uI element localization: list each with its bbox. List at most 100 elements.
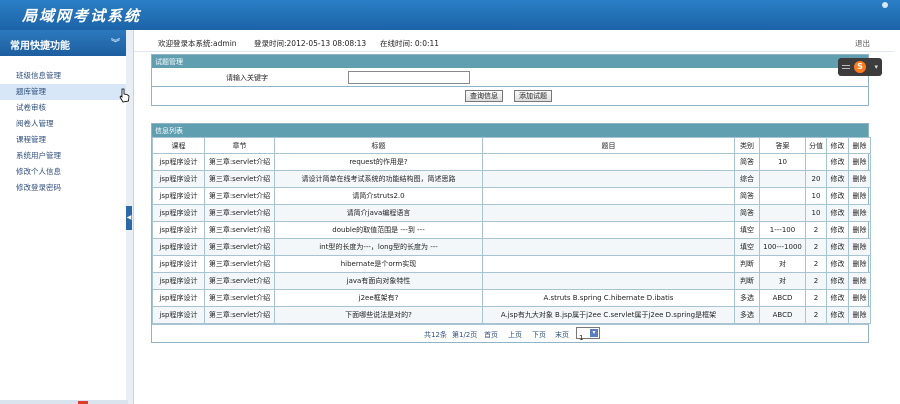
delete-link[interactable]: 删除 — [848, 204, 871, 222]
first-page-link[interactable]: 首页 — [484, 330, 498, 340]
column-header: 分值 — [805, 137, 827, 154]
questions-table: 课程 章节 标题 题目 类别 答案 分值 修改 删除 jsp程序设计 第三章:s… — [152, 137, 871, 324]
search-panel-title: 试题管理 — [152, 55, 868, 68]
sidebar-item-question-bank[interactable]: 题库管理 — [0, 84, 128, 100]
sidebar: 常用快捷功能 ︾ 班级信息管理 题库管理 试卷审核 阅卷人管理 课程管理 系统用… — [0, 30, 128, 404]
column-header: 答案 — [759, 137, 806, 154]
table-header-row: 课程 章节 标题 题目 类别 答案 分值 修改 删除 — [152, 137, 871, 154]
sidebar-body: 班级信息管理 题库管理 试卷审核 阅卷人管理 课程管理 系统用户管理 修改个人信… — [0, 56, 128, 404]
delete-link[interactable]: 删除 — [848, 306, 871, 324]
delete-link[interactable]: 删除 — [848, 187, 871, 205]
edit-link[interactable]: 修改 — [826, 204, 849, 222]
edit-link[interactable]: 修改 — [826, 187, 849, 205]
delete-link[interactable]: 删除 — [848, 221, 871, 239]
cell-score: 2 — [805, 221, 827, 239]
cell-chapter: 第三章:servlet介绍 — [204, 204, 275, 222]
table-row: jsp程序设计 第三章:servlet介绍 double的取值范围是 ---到 … — [152, 221, 871, 239]
cell-chapter: 第三章:servlet介绍 — [204, 255, 275, 273]
online-time: 在线时间: 0:0:11 — [380, 39, 440, 48]
cell-answer — [759, 204, 806, 222]
ime-toolbar[interactable]: S ▾ — [838, 58, 882, 76]
last-page-link[interactable]: 末页 — [555, 330, 569, 340]
sidebar-item-password[interactable]: 修改登录密码 — [0, 180, 128, 196]
cell-title: 请简介java编程语言 — [274, 204, 483, 222]
collapse-sidebar-icon[interactable]: ◀ — [126, 206, 132, 230]
table-row: jsp程序设计 第三章:servlet介绍 请简介java编程语言 简答 10 … — [152, 204, 871, 222]
table-row: jsp程序设计 第三章:servlet介绍 hibernate是个orm实现 判… — [152, 255, 871, 273]
edit-link[interactable]: 修改 — [826, 272, 849, 290]
cell-type: 简答 — [734, 187, 760, 205]
cell-answer: 对 — [759, 255, 806, 273]
cell-answer — [759, 187, 806, 205]
cell-type: 简答 — [734, 153, 760, 171]
add-question-button[interactable]: 添加试题 — [514, 90, 552, 102]
delete-link[interactable]: 删除 — [848, 170, 871, 188]
cell-score: 10 — [805, 187, 827, 205]
login-time: 登录时间:2012-05-13 08:08:13 — [254, 39, 367, 48]
delete-link[interactable]: 删除 — [848, 153, 871, 171]
edit-link[interactable]: 修改 — [826, 306, 849, 324]
column-header: 题目 — [482, 137, 735, 154]
sidebar-header[interactable]: 常用快捷功能 ︾ — [0, 30, 128, 56]
search-panel: 试题管理 请输入关键字 查询信息 添加试题 — [151, 54, 869, 106]
edit-link[interactable]: 修改 — [826, 170, 849, 188]
table-row: jsp程序设计 第三章:servlet介绍 请设计简单在线考试系统的功能结构图，… — [152, 170, 871, 188]
cell-title: 请设计简单在线考试系统的功能结构图，简述思路 — [274, 170, 483, 188]
cell-course: jsp程序设计 — [152, 153, 205, 171]
menu-lines-icon — [842, 65, 850, 69]
column-header: 删除 — [848, 137, 871, 154]
sidebar-item-graders[interactable]: 阅卷人管理 — [0, 116, 128, 132]
cell-answer: ABCD — [759, 289, 806, 307]
cell-type: 简答 — [734, 204, 760, 222]
query-button[interactable]: 查询信息 — [465, 90, 503, 102]
cell-title: j2ee框架有? — [274, 289, 483, 307]
cell-answer: 10 — [759, 153, 806, 171]
prev-page-link[interactable]: 上页 — [508, 330, 522, 340]
chevron-down-icon[interactable]: ▾ — [874, 63, 878, 71]
cell-title: int型的长度为---，long型的长度为 --- — [274, 238, 483, 256]
chevron-down-icon[interactable]: ︾ — [111, 36, 120, 49]
delete-link[interactable]: 删除 — [848, 289, 871, 307]
edit-link[interactable]: 修改 — [826, 289, 849, 307]
next-page-link[interactable]: 下页 — [532, 330, 546, 340]
edit-link[interactable]: 修改 — [826, 153, 849, 171]
cell-question — [482, 255, 735, 273]
delete-link[interactable]: 删除 — [848, 255, 871, 273]
cell-type: 综合 — [734, 170, 760, 188]
delete-link[interactable]: 删除 — [848, 272, 871, 290]
cell-question — [482, 238, 735, 256]
sidebar-item-paper-review[interactable]: 试卷审核 — [0, 100, 128, 116]
cell-answer: 1---100 — [759, 221, 806, 239]
welcome-text: 欢迎登录本系统:admin — [158, 39, 237, 48]
cell-chapter: 第三章:servlet介绍 — [204, 221, 275, 239]
cell-score: 20 — [805, 170, 827, 188]
logout-link[interactable]: 退出 — [855, 38, 870, 49]
cell-title: request的作用是? — [274, 153, 483, 171]
cell-score — [805, 153, 827, 171]
column-header: 课程 — [152, 137, 205, 154]
cell-chapter: 第三章:servlet介绍 — [204, 187, 275, 205]
cell-score: 2 — [805, 272, 827, 290]
cell-course: jsp程序设计 — [152, 187, 205, 205]
keyword-input[interactable] — [348, 71, 470, 84]
cell-course: jsp程序设计 — [152, 255, 205, 273]
sidebar-item-courses[interactable]: 课程管理 — [0, 132, 128, 148]
table-row: jsp程序设计 第三章:servlet介绍 request的作用是? 简答 10… — [152, 153, 871, 171]
delete-link[interactable]: 删除 — [848, 238, 871, 256]
top-banner: 局域网考试系统 — [0, 0, 900, 30]
edit-link[interactable]: 修改 — [826, 221, 849, 239]
edit-link[interactable]: 修改 — [826, 255, 849, 273]
edit-link[interactable]: 修改 — [826, 238, 849, 256]
cell-chapter: 第三章:servlet介绍 — [204, 170, 275, 188]
sidebar-footer — [0, 400, 128, 404]
table-row: jsp程序设计 第三章:servlet介绍 java有面向对象特性 判断 对 2… — [152, 272, 871, 290]
sidebar-item-class[interactable]: 班级信息管理 — [0, 68, 128, 84]
window-dot-icon — [882, 2, 888, 8]
main-content: 欢迎登录本系统:admin 登录时间:2012-05-13 08:08:13 在… — [134, 30, 900, 404]
sidebar-item-users[interactable]: 系统用户管理 — [0, 148, 128, 164]
cell-answer: 对 — [759, 272, 806, 290]
page-select[interactable]: 1 ▾ — [576, 327, 600, 342]
column-header: 类别 — [734, 137, 760, 154]
sidebar-item-profile[interactable]: 修改个人信息 — [0, 164, 128, 180]
sidebar-menu: 班级信息管理 题库管理 试卷审核 阅卷人管理 课程管理 系统用户管理 修改个人信… — [0, 56, 128, 196]
